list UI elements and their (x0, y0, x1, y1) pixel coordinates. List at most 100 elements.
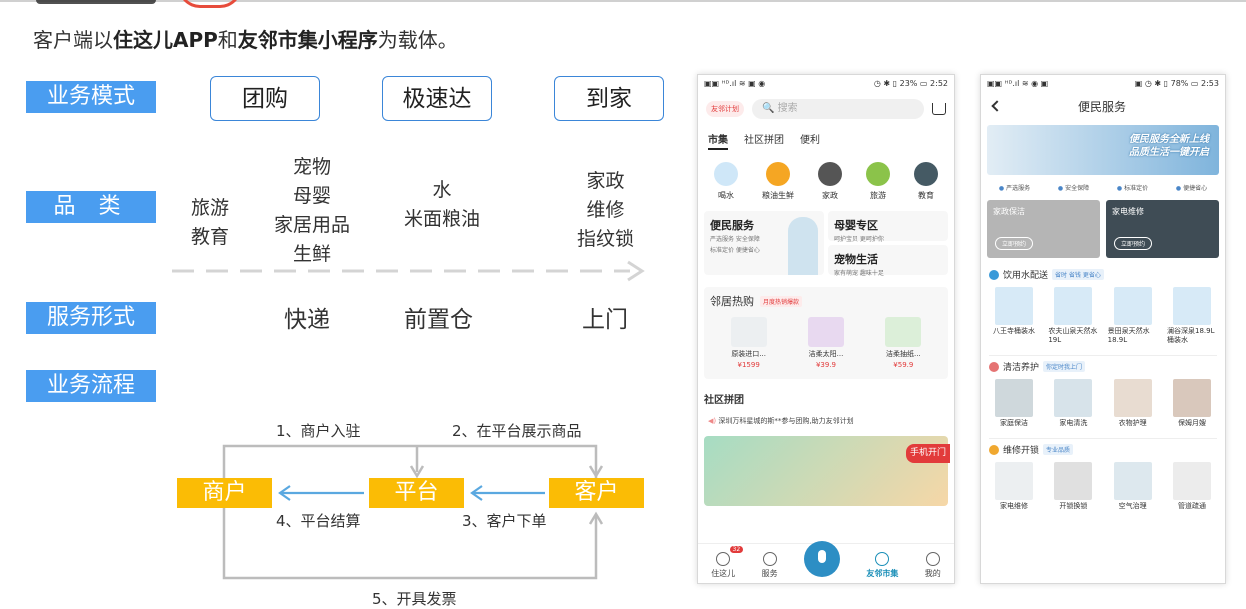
cat-water[interactable]: 喝水 (714, 162, 738, 201)
product-name: 八王寺桶装水 (993, 327, 1035, 335)
perk: 严选服务 (999, 183, 1030, 192)
product-item[interactable]: 空气治理 (1108, 462, 1158, 511)
status-right: ◷ ✱ ▯ 23% ▭ 2:52 (873, 79, 948, 88)
mic-button[interactable] (803, 541, 840, 577)
services-hero: 便民服务全新上线 品质生活一键开启 (987, 125, 1219, 175)
card-appliance-repair[interactable]: 家电维修 立即预约 (1106, 200, 1219, 258)
cleaning-image (995, 379, 1033, 417)
product-name: 开锁换锁 (1059, 502, 1088, 510)
tab-convenience[interactable]: 便利 (800, 131, 820, 150)
flow-step-2: 2、在平台展示商品 (452, 422, 582, 440)
product-item[interactable]: 管道疏通 (1167, 462, 1217, 511)
market-tabs: 市集 社区拼团 便利 (698, 125, 954, 152)
speaker-icon: ◀) (708, 417, 717, 425)
pipe-image (1172, 462, 1211, 500)
door-open-button[interactable]: 手机开门 (905, 444, 950, 463)
perks-row: 严选服务 安全保障 标准定价 便捷省心 (981, 181, 1225, 194)
hero-line: 便民服务全新上线 (1129, 134, 1209, 145)
flow-platform: 平台 (369, 478, 464, 508)
cart-icon[interactable] (932, 103, 946, 115)
card-housekeeping[interactable]: 家政保洁 立即预约 (987, 200, 1100, 258)
community-banner[interactable]: 手机开门 (704, 436, 950, 506)
nav-service[interactable]: 服务 (762, 552, 778, 579)
service-cards: 家政保洁 立即预约 家电维修 立即预约 (981, 194, 1225, 264)
cat-label: 家政 (822, 191, 838, 200)
status-bar: ▣▣ ᴴᴰ.ıl ≋ ◉ ▣ ▣ ◷ ✱ ▯ 78% ▭ 2:53 (981, 75, 1225, 93)
product-item[interactable]: 澜谷深泉18.9L桶装水 (1167, 287, 1217, 345)
flow-customer: 客户 (549, 478, 644, 508)
product-name: 家庭保洁 (1000, 419, 1028, 427)
home-icon (716, 552, 731, 566)
hot-item-price: ¥59.9 (893, 361, 914, 369)
product-item[interactable]: 景田泉天然水18.9L (1108, 287, 1158, 345)
product-item[interactable]: 开锁换锁 (1048, 462, 1098, 511)
product-item[interactable]: 八王寺桶装水 (989, 287, 1039, 345)
toilet-seat-image (730, 317, 767, 347)
promo-pet[interactable]: 宠物生活 家有萌宠 趣味十足 (828, 245, 948, 277)
nav-market[interactable]: 友邻市集 (866, 552, 898, 579)
tissue-box-image (885, 317, 922, 347)
hot-badge: 月度热销爆款 (760, 295, 803, 307)
product-item[interactable]: 衣物护理 (1108, 379, 1158, 428)
product-name: 农夫山泉天然水19L (1048, 327, 1098, 344)
section-head: 维修开锁 专业品质 (989, 443, 1217, 456)
status-left: ▣▣ ᴴᴰ.ıl ≋ ◉ ▣ (987, 79, 1049, 88)
nav-home[interactable]: 32 住这儿 (711, 546, 744, 579)
promo-title: 母婴专区 (834, 219, 878, 232)
laundry-image (1113, 379, 1152, 417)
section-title: 清洁养护 (1003, 363, 1040, 373)
hot-item-name: 原装进口... (731, 350, 766, 358)
search-placeholder: 搜索 (777, 103, 798, 114)
palm-icon (866, 162, 890, 186)
tab-group-buy[interactable]: 社区拼团 (744, 131, 784, 150)
house-icon (989, 361, 999, 372)
hot-products: 邻居热购 月度热销爆款 原装进口... ¥1599 洁柔太阳... ¥39.9 洁柔… (704, 287, 948, 379)
cat-label: 喝水 (718, 191, 734, 200)
lock-image (1054, 462, 1093, 500)
status-right: ▣ ◷ ✱ ▯ 78% ▭ 2:53 (1134, 79, 1219, 88)
phone-screenshot-services: ▣▣ ᴴᴰ.ıl ≋ ◉ ▣ ▣ ◷ ✱ ▯ 78% ▭ 2:53 便民服务 便… (980, 74, 1226, 584)
hot-items: 原装进口... ¥1599 洁柔太阳... ¥39.9 洁柔抽纸... ¥59.9 (710, 317, 942, 369)
perk: 安全保障 (1058, 183, 1089, 192)
book-button[interactable]: 立即预约 (1114, 237, 1153, 250)
promo-baby[interactable]: 母婴专区 呵护宝贝 更呵护你 (828, 211, 948, 243)
nav-me[interactable]: 我的 (925, 552, 941, 579)
product-item[interactable]: 保姆月嫂 (1167, 379, 1217, 428)
services-title: 便民服务 (1077, 99, 1126, 114)
promo-grid: 便民服务 严选服务 安全保障 标准定价 便捷省心 母婴专区 呵护宝贝 更呵护你 … (698, 205, 954, 281)
product-item[interactable]: 农夫山泉天然水19L (1048, 287, 1098, 345)
water-drop-icon (989, 269, 999, 280)
search-input[interactable]: 🔍 搜索 (752, 99, 924, 119)
cat-education[interactable]: 教育 (914, 162, 938, 201)
nav-label: 服务 (761, 569, 778, 578)
promo-sub: 呵护宝贝 更呵护你 (834, 236, 884, 243)
water-bottle-image (1113, 287, 1152, 325)
promo-convenience[interactable]: 便民服务 严选服务 安全保障 标准定价 便捷省心 (704, 211, 824, 275)
product-item[interactable]: 家电维修 (989, 462, 1039, 511)
hot-title: 邻居热购 (710, 295, 754, 308)
cat-housekeeping[interactable]: 家政 (818, 162, 842, 201)
book-button[interactable]: 立即预约 (995, 237, 1034, 250)
section-head: 饮用水配送 省时 省钱 更省心 (989, 268, 1217, 281)
nav-label: 友邻市集 (866, 569, 899, 578)
product-item[interactable]: 家庭保洁 (989, 379, 1039, 428)
perk: 便捷省心 (1176, 183, 1207, 192)
section-title: 饮用水配送 (1003, 271, 1049, 281)
hot-item[interactable]: 洁柔太阳... ¥39.9 (807, 317, 844, 369)
tab-market[interactable]: 市集 (708, 131, 728, 150)
hero-text: 便民服务全新上线 品质生活一键开启 (1129, 133, 1209, 159)
cat-travel[interactable]: 旅游 (866, 162, 890, 201)
appliance-cleaning-image (1054, 379, 1093, 417)
cat-grocery[interactable]: 粮油生鲜 (762, 162, 794, 201)
washing-machine-image (995, 462, 1033, 500)
product-name: 澜谷深泉18.9L桶装水 (1166, 327, 1215, 344)
section-tag: 省时 省钱 更省心 (1052, 269, 1104, 280)
hot-item-price: ¥1599 (737, 361, 760, 369)
hot-item[interactable]: 洁柔抽纸... ¥59.9 (885, 317, 922, 369)
product-item[interactable]: 家电清洗 (1048, 379, 1098, 428)
services-header: 便民服务 (981, 93, 1225, 119)
notice-text: 深圳万科星城的斯**参与团购,助力友邻计划 (718, 417, 854, 425)
app-logo: 友邻计划 (706, 101, 744, 117)
hot-item[interactable]: 原装进口... ¥1599 (730, 317, 767, 369)
product-name: 保姆月嫂 (1177, 419, 1206, 427)
